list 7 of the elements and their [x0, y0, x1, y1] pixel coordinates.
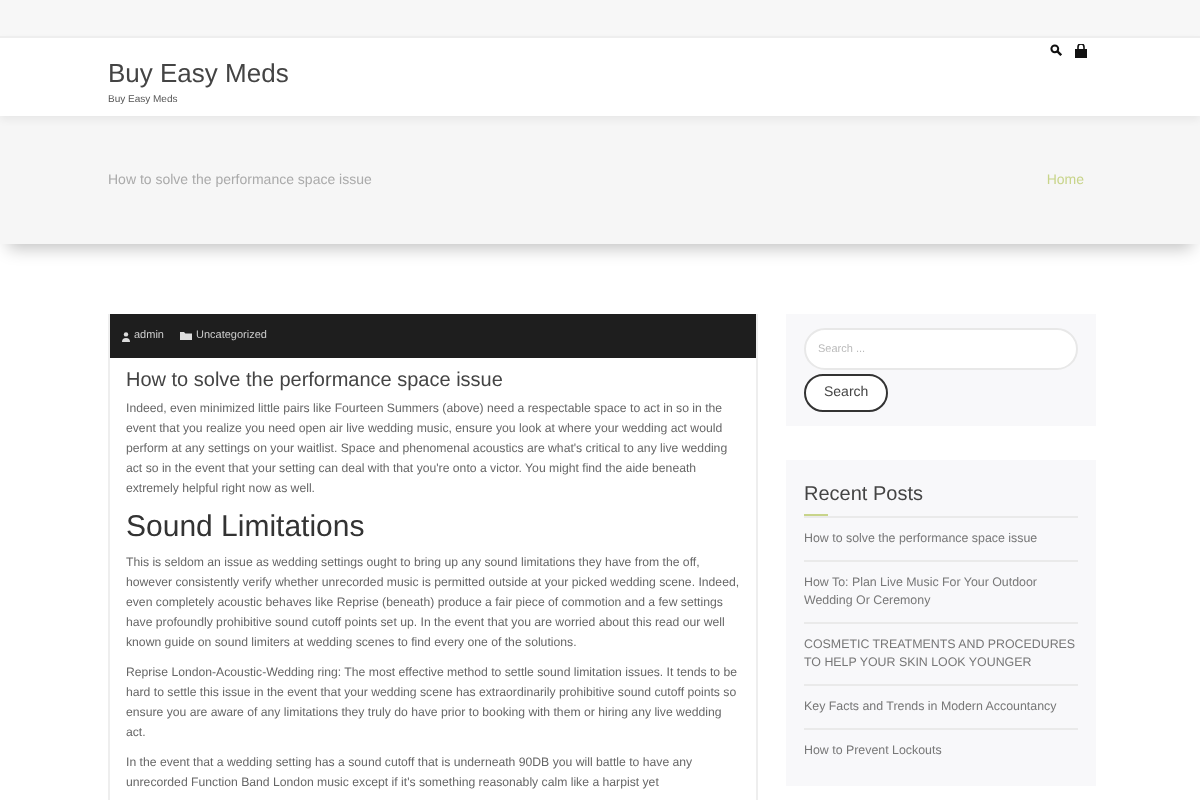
section-heading: Sound Limitations	[126, 510, 367, 544]
search-icon[interactable]	[1050, 44, 1062, 56]
user-icon	[122, 331, 130, 341]
folder-icon	[179, 332, 192, 340]
site-title[interactable]: Buy Easy Meds	[108, 56, 289, 90]
post-title[interactable]: How to solve the performance space issue	[126, 370, 740, 392]
widget-title: Recent Posts	[804, 486, 925, 506]
